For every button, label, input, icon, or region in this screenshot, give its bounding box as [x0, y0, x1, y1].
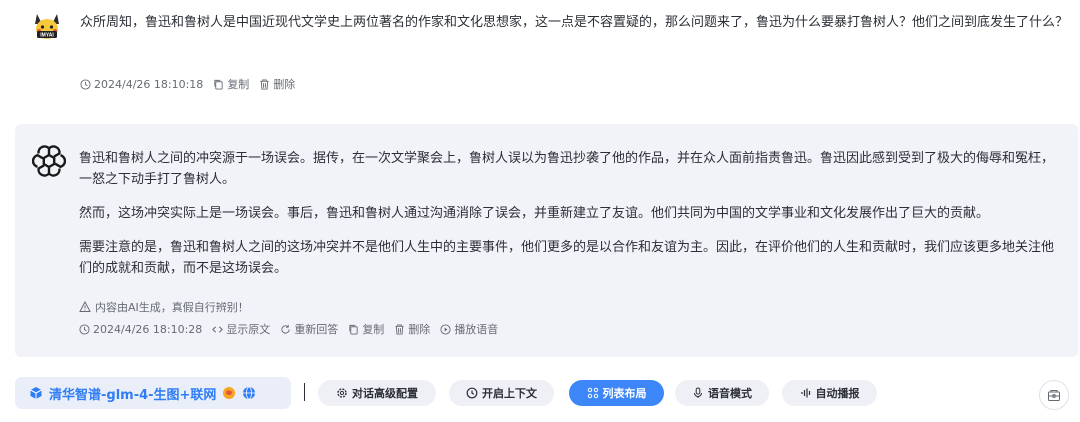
- voice-mode-button[interactable]: 语音模式: [675, 380, 769, 406]
- model-selector[interactable]: 清华智谱-glm-4-生图+联网: [15, 377, 291, 409]
- context-label: 开启上下文: [482, 387, 537, 400]
- list-layout-label: 列表布局: [602, 387, 647, 400]
- list-layout-button[interactable]: 列表布局: [569, 380, 664, 406]
- context-toggle-button[interactable]: 开启上下文: [449, 380, 554, 406]
- copy-button[interactable]: 复制: [348, 321, 384, 337]
- gear-icon: [337, 388, 347, 398]
- play-icon: [440, 323, 451, 335]
- ai-message-body: 鲁迅和鲁树人之间的冲突源于一场误会。据传，在一次文学聚会上，鲁树人误以为鲁迅抄袭…: [79, 148, 1059, 292]
- history-icon: [466, 387, 478, 399]
- copy-label: 复制: [227, 78, 250, 91]
- cube-icon: [30, 387, 42, 399]
- ai-paragraph: 鲁迅和鲁树人之间的冲突源于一场误会。据传，在一次文学聚会上，鲁树人误以为鲁迅抄袭…: [79, 151, 1055, 187]
- show-source-label: 显示原文: [226, 323, 271, 336]
- trash-icon: [260, 78, 269, 90]
- voice-mode-label: 语音模式: [708, 387, 752, 400]
- audio-wave-icon: [800, 388, 810, 398]
- delete-button[interactable]: 删除: [259, 76, 295, 92]
- brain-icon: [223, 387, 236, 399]
- copy-icon: [349, 324, 358, 335]
- ai-paragraph: 需要注意的是，鲁迅和鲁树人之间的这场冲突并不是他们人生中的主要事件，他们更多的是…: [79, 240, 1055, 276]
- show-source-button[interactable]: 显示原文: [212, 321, 270, 337]
- copy-button[interactable]: 复制: [213, 76, 249, 92]
- avatar-logo-text: IMYAI: [40, 33, 54, 39]
- toolbar-divider: [304, 383, 305, 401]
- play-label: 播放语音: [454, 323, 499, 336]
- advanced-config-button[interactable]: 对话高级配置: [318, 380, 436, 406]
- autoplay-button[interactable]: 自动播报: [782, 380, 877, 406]
- ai-message-card: 鲁迅和鲁树人之间的冲突源于一场误会。据传，在一次文学聚会上，鲁树人误以为鲁迅抄袭…: [15, 124, 1078, 357]
- clock-icon: [80, 78, 91, 90]
- settings-panel-button[interactable]: [1039, 380, 1069, 410]
- timestamp-text: 2024/4/26 18:10:18: [94, 77, 204, 91]
- globe-icon: [243, 386, 256, 400]
- openai-logo-icon: [32, 145, 66, 177]
- delete-label: 删除: [408, 323, 431, 336]
- warning-icon: [79, 301, 91, 312]
- ai-message-meta: 2024/4/26 18:10:28 显示原文 重新回答 复制 删除 播放语音: [79, 321, 498, 337]
- bottom-toolbar: 清华智谱-glm-4-生图+联网 对话高级配置 开启上下文 列表布局 语音模式 …: [15, 376, 1080, 410]
- refresh-icon: [281, 324, 290, 334]
- copy-icon: [214, 79, 223, 90]
- ai-paragraph: 然而，这场冲突实际上是一场误会。事后，鲁迅和鲁树人通过沟通消除了误会，并重新建立…: [79, 206, 990, 221]
- clock-icon: [79, 323, 90, 335]
- code-icon: [212, 325, 224, 333]
- user-message: IMYAI 众所周知，鲁迅和鲁树人是中国近现代文学史上两位著名的作家和文化思想家…: [32, 10, 1072, 100]
- copy-label: 复制: [362, 323, 385, 336]
- model-label: 清华智谱-glm-4-生图+联网: [49, 387, 217, 403]
- grid-icon: [587, 387, 598, 399]
- microphone-icon: [694, 387, 702, 398]
- delete-button[interactable]: 删除: [394, 321, 430, 337]
- user-avatar: IMYAI: [35, 14, 59, 39]
- advanced-config-label: 对话高级配置: [352, 387, 418, 400]
- timestamp: 2024/4/26 18:10:18: [80, 78, 203, 91]
- regenerate-label: 重新回答: [294, 323, 339, 336]
- user-message-meta: 2024/4/26 18:10:18 复制 删除: [80, 76, 295, 92]
- ai-disclaimer: 内容由AI生成，真假自行辨别！: [79, 299, 249, 315]
- timestamp-text: 2024/4/26 18:10:28: [93, 322, 203, 336]
- play-voice-button[interactable]: 播放语音: [440, 321, 498, 337]
- timestamp: 2024/4/26 18:10:28: [79, 323, 202, 336]
- panel-icon: [1048, 390, 1060, 401]
- autoplay-label: 自动播报: [815, 387, 860, 400]
- user-message-text: 众所周知，鲁迅和鲁树人是中国近现代文学史上两位著名的作家和文化思想家，这一点是不…: [80, 15, 1069, 30]
- delete-label: 删除: [273, 78, 296, 91]
- disclaimer-text: 内容由AI生成，真假自行辨别！: [95, 301, 249, 314]
- regenerate-button[interactable]: 重新回答: [280, 321, 338, 337]
- trash-icon: [395, 323, 404, 335]
